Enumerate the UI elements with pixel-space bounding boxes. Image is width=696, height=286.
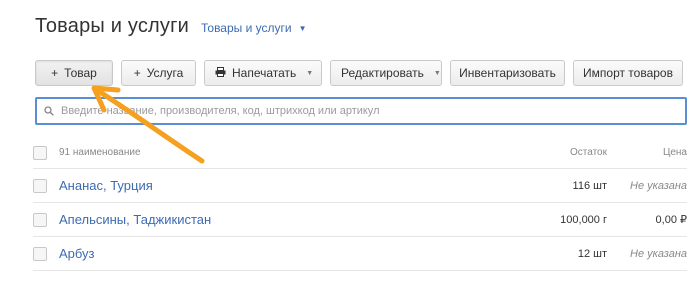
import-products-label: Импорт товаров: [583, 66, 673, 80]
import-products-button[interactable]: Импорт товаров: [573, 60, 683, 86]
edit-button[interactable]: Редактировать ▼: [330, 60, 442, 86]
chevron-down-icon: ▼: [298, 23, 307, 33]
price-value: Не указана: [630, 247, 687, 260]
price-column-header[interactable]: Цена: [607, 147, 687, 158]
products-table: 91 наименование Остаток Цена Ананас, Тур…: [33, 137, 687, 271]
category-dropdown[interactable]: Товары и услуги ▼: [201, 21, 307, 35]
row-checkbox[interactable]: [33, 212, 47, 227]
price-value: 0,00 ₽: [655, 214, 687, 226]
page-header: Товары и услуги Товары и услуги ▼: [35, 15, 307, 38]
page-title: Товары и услуги: [35, 15, 189, 37]
chevron-down-icon: ▼: [306, 69, 314, 77]
plus-icon: +: [133, 66, 141, 80]
stock-value: 116 шт: [572, 179, 607, 192]
add-product-button[interactable]: + Товар: [35, 60, 113, 86]
price-value: Не указана: [630, 179, 687, 192]
stock-column-header[interactable]: Остаток: [497, 147, 607, 158]
product-name-link[interactable]: Ананас, Турция: [59, 178, 497, 193]
table-row: Апельсины, Таджикистан 100,000 г 0,00 ₽: [33, 203, 687, 237]
stock-value: 12 шт: [577, 247, 607, 260]
inventory-label: Инвентаризовать: [459, 66, 556, 80]
toolbar: + Товар + Услуга Напечатать ▼ Редактиров…: [35, 60, 683, 86]
plus-icon: +: [51, 66, 59, 80]
product-name-link[interactable]: Арбуз: [59, 246, 497, 261]
stock-value: 100,000 г: [560, 213, 607, 226]
row-checkbox[interactable]: [33, 178, 47, 193]
search-input[interactable]: [61, 105, 685, 117]
add-service-label: Услуга: [146, 66, 184, 80]
printer-icon: [215, 67, 226, 79]
category-dropdown-label: Товары и услуги: [201, 21, 292, 35]
item-count: 91 наименование: [59, 147, 141, 158]
print-label: Напечатать: [232, 66, 297, 80]
search-box: [35, 97, 687, 125]
edit-label: Редактировать: [341, 66, 424, 80]
row-checkbox[interactable]: [33, 246, 47, 261]
add-product-label: Товар: [64, 66, 97, 80]
add-service-button[interactable]: + Услуга: [121, 60, 196, 86]
search-icon: [44, 106, 54, 116]
chevron-down-icon: ▼: [433, 69, 441, 77]
table-row: Арбуз 12 шт Не указана: [33, 237, 687, 271]
table-header: 91 наименование Остаток Цена: [33, 137, 687, 169]
select-all-checkbox[interactable]: [33, 145, 47, 160]
inventory-button[interactable]: Инвентаризовать: [450, 60, 565, 86]
product-name-link[interactable]: Апельсины, Таджикистан: [59, 212, 497, 227]
table-row: Ананас, Турция 116 шт Не указана: [33, 169, 687, 203]
print-button[interactable]: Напечатать ▼: [204, 60, 322, 86]
page: Товары и услуги Товары и услуги ▼ + Това…: [0, 0, 696, 286]
